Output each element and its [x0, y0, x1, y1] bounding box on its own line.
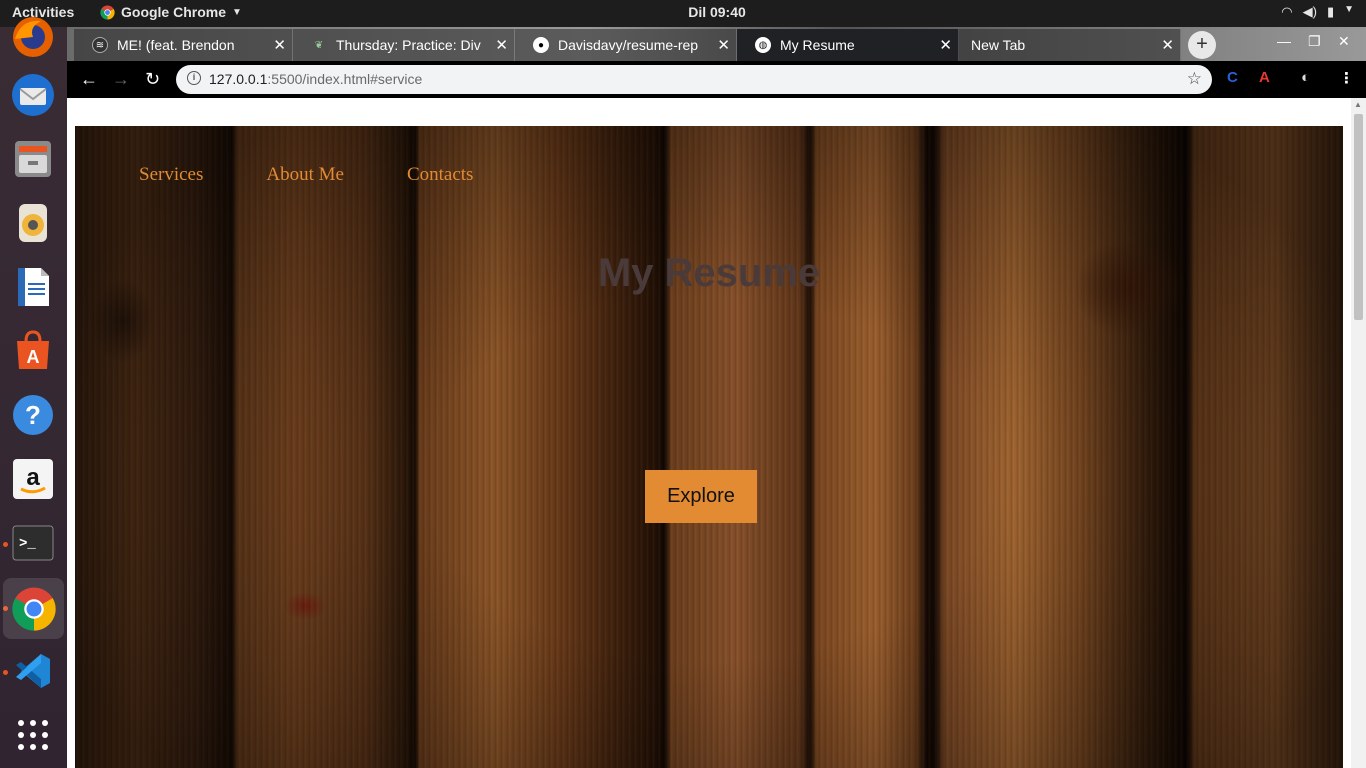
globe-icon: ◍: [755, 37, 771, 53]
leaf-icon: ❦: [314, 39, 324, 51]
rhythmbox-icon[interactable]: [9, 199, 57, 247]
close-window-icon[interactable]: ✕: [1338, 33, 1350, 50]
github-icon: ●: [533, 37, 549, 53]
writer-icon[interactable]: [9, 263, 57, 311]
svg-text:>_: >_: [19, 536, 36, 552]
back-icon[interactable]: ←: [80, 69, 98, 90]
svg-text:a: a: [26, 464, 40, 491]
tab-spotify[interactable]: ≋ ME! (feat. Brendon ✕: [74, 29, 293, 61]
nav-link-services[interactable]: Services: [139, 164, 203, 186]
forward-icon[interactable]: →: [112, 69, 130, 90]
close-icon[interactable]: ✕: [273, 36, 286, 54]
system-tray[interactable]: ◠ ◀) ▮ ▼: [1281, 4, 1354, 20]
terminal-icon[interactable]: >_: [9, 519, 57, 567]
explore-button[interactable]: Explore: [645, 470, 757, 523]
vignette: [75, 126, 1343, 768]
tab-title: Davisdavy/resume-rep: [558, 37, 699, 53]
bookmark-star-icon[interactable]: ☆: [1187, 69, 1202, 89]
browser-toolbar: ← → ↻ i 127.0.0.1:5500/index.html#servic…: [67, 61, 1366, 98]
system-top-bar: Activities Google Chrome ▼ Dil 09:40 ◠ ◀…: [0, 0, 1366, 27]
reload-icon[interactable]: ↻: [145, 69, 160, 90]
scrollbar-thumb[interactable]: [1354, 114, 1363, 320]
svg-text:?: ?: [25, 400, 41, 430]
clock[interactable]: Dil 09:40: [0, 4, 1366, 20]
page-title: My Resume: [597, 251, 821, 295]
page-viewport: Services About Me Contacts My Resume Exp…: [67, 98, 1366, 768]
nav-link-contacts[interactable]: Contacts: [407, 164, 474, 186]
vscode-icon[interactable]: [9, 647, 57, 695]
close-icon[interactable]: ✕: [1161, 36, 1174, 54]
running-indicator: [3, 670, 8, 675]
firefox-icon[interactable]: [9, 13, 57, 61]
tab-strip: ≋ ME! (feat. Brendon ✕ ❦ Thursday: Pract…: [67, 27, 1366, 61]
tab-my-resume[interactable]: ◍ My Resume ✕: [737, 29, 959, 61]
extension-icon[interactable]: C: [1227, 69, 1238, 86]
launcher-dock: A ? a >_: [0, 17, 67, 768]
menu-kebab-icon[interactable]: ⋮: [1339, 69, 1354, 87]
nav-link-about-me[interactable]: About Me: [266, 164, 344, 186]
profile-avatar-icon[interactable]: ◐: [1301, 69, 1310, 86]
tab-title: New Tab: [971, 37, 1026, 53]
address-bar[interactable]: i 127.0.0.1:5500/index.html#service ☆: [176, 65, 1212, 94]
chrome-window: ≋ ME! (feat. Brendon ✕ ❦ Thursday: Pract…: [67, 27, 1366, 768]
tab-practice[interactable]: ❦ Thursday: Practice: Div ✕: [293, 29, 515, 61]
scroll-up-icon[interactable]: ▲: [1354, 100, 1362, 109]
svg-text:A: A: [27, 347, 40, 367]
maximize-icon[interactable]: ❐: [1308, 33, 1321, 50]
url-host: 127.0.0.1: [209, 71, 268, 87]
url-path: :5500/index.html#service: [267, 71, 423, 87]
running-indicator: [3, 542, 8, 547]
thunderbird-icon[interactable]: [9, 71, 57, 119]
files-icon[interactable]: [9, 135, 57, 183]
minimize-icon[interactable]: —: [1277, 33, 1291, 49]
site-nav: Services About Me Contacts: [139, 164, 473, 186]
software-center-icon[interactable]: A: [9, 327, 57, 375]
tab-github[interactable]: ● Davisdavy/resume-rep ✕: [515, 29, 737, 61]
url-text[interactable]: 127.0.0.1:5500/index.html#service: [209, 71, 422, 87]
tab-new-tab[interactable]: New Tab ✕: [959, 29, 1181, 61]
battery-icon: ▮: [1326, 4, 1335, 19]
site-info-icon[interactable]: i: [187, 71, 201, 85]
close-icon[interactable]: ✕: [939, 36, 952, 54]
chevron-down-icon: ▼: [1344, 4, 1354, 15]
acrobat-icon[interactable]: A: [1259, 69, 1270, 86]
show-apps-icon[interactable]: [9, 711, 57, 759]
close-icon[interactable]: ✕: [717, 36, 730, 54]
chrome-icon[interactable]: [3, 578, 64, 639]
wifi-icon: ◠: [1281, 4, 1293, 19]
volume-icon: ◀): [1302, 4, 1317, 19]
tab-title: My Resume: [780, 37, 855, 53]
new-tab-button[interactable]: +: [1188, 31, 1216, 59]
amazon-icon[interactable]: a: [9, 455, 57, 503]
hero-section: Services About Me Contacts My Resume Exp…: [75, 126, 1343, 768]
page-scrollbar[interactable]: ▲: [1351, 98, 1366, 768]
spotify-icon: ≋: [92, 37, 108, 53]
tab-title: ME! (feat. Brendon: [117, 37, 235, 53]
close-icon[interactable]: ✕: [495, 36, 508, 54]
tab-title: Thursday: Practice: Div: [336, 37, 481, 53]
help-icon[interactable]: ?: [9, 391, 57, 439]
